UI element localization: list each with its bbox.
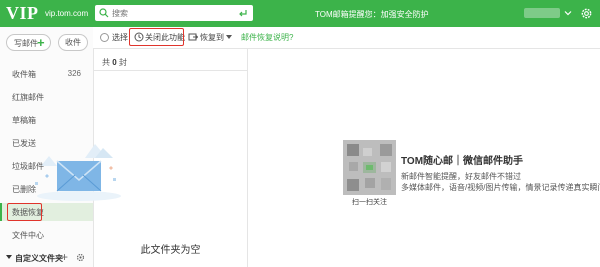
select-all-radio[interactable] xyxy=(100,33,109,42)
caret-down-icon[interactable] xyxy=(226,35,232,40)
write-mail-label: 写邮件 xyxy=(14,39,38,48)
receive-mail-button[interactable]: 收件 xyxy=(58,34,88,51)
sidebar-item-file-center[interactable]: 文件中心 xyxy=(0,226,93,244)
promo-title: TOM随心邮｜微信邮件助手 xyxy=(401,156,524,167)
sidebar-item-label: 收件箱 xyxy=(12,70,36,79)
logo-domain: vip.tom.com xyxy=(45,9,89,18)
sidebar-item-flagged[interactable]: 红旗邮件 xyxy=(0,88,93,106)
security-tip[interactable]: TOM邮箱提醒您：加强安全防护 xyxy=(315,9,429,20)
sidebar-item-label: 草稿箱 xyxy=(12,116,36,125)
restore-icon xyxy=(188,33,198,41)
gear-icon[interactable] xyxy=(76,253,85,262)
count-prefix: 共 xyxy=(102,58,110,67)
qr-caption: 扫一扫关注 xyxy=(352,199,387,206)
sidebar-item-inbox[interactable]: 收件箱 326 xyxy=(0,65,93,83)
search-box[interactable] xyxy=(95,5,253,21)
promo-line: 多媒体邮件，语音/视频/图片传输，情景记录传递真实瞬间 xyxy=(401,183,600,192)
qr-code-image xyxy=(343,140,396,195)
sidebar-item-label: 红旗邮件 xyxy=(12,93,44,102)
count-value: 0 xyxy=(112,58,117,67)
sidebar-item-label: 文件中心 xyxy=(12,231,44,240)
annotation-highlight xyxy=(129,28,184,46)
search-icon xyxy=(99,8,109,18)
caret-down-icon[interactable] xyxy=(6,253,12,261)
sidebar-item-drafts[interactable]: 草稿箱 xyxy=(0,111,93,129)
divider xyxy=(94,70,248,71)
custom-folders-row[interactable]: 自定义文件夹 + xyxy=(0,249,93,267)
plus-icon: + xyxy=(37,35,45,50)
top-header: VIP vip.tom.com TOM邮箱提醒您：加强安全防护 xyxy=(0,0,600,27)
count-suffix: 封 xyxy=(118,58,127,67)
message-count: 共 0 封 xyxy=(102,57,127,68)
add-folder-icon[interactable]: + xyxy=(61,250,68,264)
promo-line: 新邮件智能提醒，好友邮件不错过 xyxy=(401,172,521,181)
user-account[interactable] xyxy=(524,8,560,18)
vip-logo[interactable]: VIP xyxy=(6,3,39,24)
enter-icon[interactable] xyxy=(238,8,248,18)
unread-count: 326 xyxy=(67,69,81,78)
empty-folder-illustration xyxy=(35,144,121,201)
recovery-help-link[interactable]: 邮件恢复说明? xyxy=(241,32,293,43)
select-label[interactable]: 选择 xyxy=(112,32,128,43)
custom-folders-label: 自定义文件夹 xyxy=(15,254,63,263)
empty-folder-message: 此文件夹为空 xyxy=(140,245,201,256)
annotation-highlight xyxy=(7,203,42,221)
toolbar: 选择 关闭此功能 恢复到 邮件恢复说明? xyxy=(93,27,600,49)
search-input[interactable] xyxy=(112,7,232,19)
restore-to-button[interactable]: 恢复到 xyxy=(200,32,224,43)
chevron-down-icon[interactable] xyxy=(564,9,572,17)
write-mail-button[interactable]: 写邮件 + xyxy=(6,34,51,51)
gear-icon[interactable] xyxy=(580,7,593,20)
